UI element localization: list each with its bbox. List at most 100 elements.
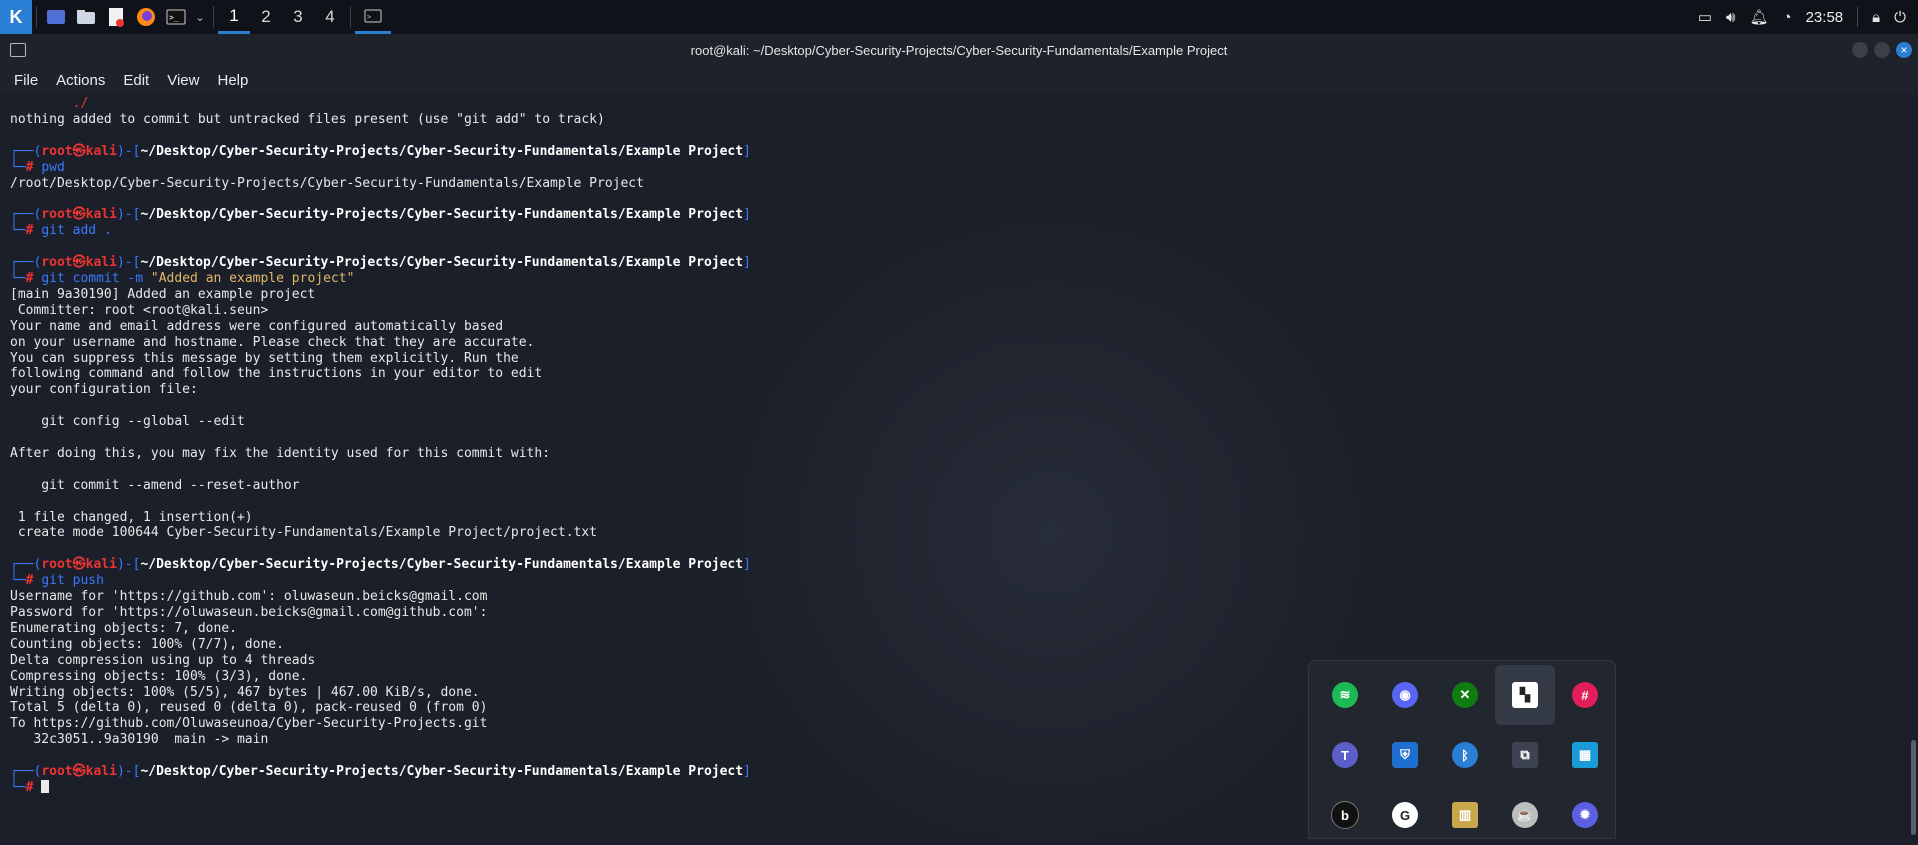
- tray-item-discord[interactable]: ◉: [1375, 665, 1435, 725]
- output-line: Enumerating objects: 7, done.: [10, 620, 237, 636]
- menu-view[interactable]: View: [167, 72, 199, 89]
- bookmark-app-icon: ▚: [1512, 682, 1538, 708]
- defender-warning-icon: ⛨: [1392, 742, 1418, 768]
- panel-separator: [36, 6, 37, 28]
- output-line: your configuration file:: [10, 382, 198, 398]
- files-icon[interactable]: [71, 0, 101, 34]
- terminal-icon[interactable]: >_: [161, 0, 191, 34]
- grammarly-icon: G: [1392, 802, 1418, 828]
- output-line: You can suppress this message by setting…: [10, 350, 519, 366]
- command-line: └─# git commit -m "Added an example proj…: [10, 270, 355, 286]
- output-line: After doing this, you may fix the identi…: [10, 445, 551, 461]
- command-line: └─# git push: [10, 573, 104, 589]
- xbox-icon: ✕: [1452, 682, 1478, 708]
- workspace-2[interactable]: 2: [250, 0, 282, 34]
- volume-icon[interactable]: 🔊︎: [1726, 9, 1735, 26]
- tray-item-teams[interactable]: T: [1315, 725, 1375, 785]
- command-line: └─# pwd: [10, 159, 65, 175]
- firefox-icon[interactable]: [131, 0, 161, 34]
- panel-separator: [213, 6, 214, 28]
- window-titlebar[interactable]: root@kali: ~/Desktop/Cyber-Security-Proj…: [0, 34, 1918, 66]
- spotify-icon: ≋: [1332, 682, 1358, 708]
- terminal-output[interactable]: ./ nothing added to commit but untracked…: [0, 94, 1904, 839]
- clock-icon: ◔: [1782, 8, 1792, 26]
- tray-item-spotify[interactable]: ≋: [1315, 665, 1375, 725]
- tray-item-xbox[interactable]: ✕: [1435, 665, 1495, 725]
- menu-file[interactable]: File: [14, 72, 38, 89]
- kali-menu-icon[interactable]: K: [0, 0, 32, 34]
- prompt-line: ┌──(root㉿kali)-[~/Desktop/Cyber-Security…: [10, 207, 751, 223]
- output-line: 1 file changed, 1 insertion(+): [10, 509, 253, 525]
- text-editor-icon[interactable]: [101, 0, 131, 34]
- tray-item-grammarly[interactable]: G: [1375, 785, 1435, 845]
- display-icon[interactable]: ▭: [1698, 8, 1712, 26]
- menu-bar: File Actions Edit View Help: [0, 66, 1918, 94]
- tray-item-bookmark-app[interactable]: ▚: [1495, 665, 1555, 725]
- prompt-line: ┌──(root㉿kali)-[~/Desktop/Cyber-Security…: [10, 557, 751, 573]
- beats-icon: b: [1331, 801, 1359, 829]
- tray-item-media-copy[interactable]: ⧉: [1495, 725, 1555, 785]
- output-line: Committer: root <root@kali.seun>: [10, 302, 269, 318]
- output-line: nothing added to commit but untracked fi…: [10, 111, 605, 127]
- tray-item-slack[interactable]: #: [1555, 665, 1615, 725]
- prompt-line: ┌──(root㉿kali)-[~/Desktop/Cyber-Security…: [10, 255, 751, 271]
- window-title: root@kali: ~/Desktop/Cyber-Security-Proj…: [690, 42, 1228, 58]
- workspace-1[interactable]: 1: [218, 0, 250, 34]
- output-line: [10, 430, 1894, 446]
- slack-icon: #: [1572, 682, 1598, 708]
- tray-item-bluetooth[interactable]: ᛒ: [1435, 725, 1495, 785]
- tray-overflow-popup: ≋ ◉ ✕ ▚ # T ⛨ ᛒ ⧉ ▦ b G ▥ ☕ ✹: [1308, 660, 1616, 839]
- color-bars-icon: ▥: [1452, 802, 1478, 828]
- minimize-button[interactable]: [1852, 42, 1868, 58]
- coffee-cup-icon: ☕: [1512, 802, 1538, 828]
- output-line: /root/Desktop/Cyber-Security-Projects/Cy…: [10, 175, 644, 191]
- window-controls: ×: [1852, 42, 1912, 58]
- output-line: Your name and email address were configu…: [10, 318, 504, 334]
- output-line: [10, 494, 1894, 510]
- notification-bell-icon[interactable]: 🔔︎: [1749, 8, 1768, 26]
- scrollbar[interactable]: [1911, 740, 1916, 835]
- tray-item-beats[interactable]: b: [1315, 785, 1375, 845]
- output-line: Password for 'https://oluwaseun.beicks@g…: [10, 605, 488, 620]
- menu-edit[interactable]: Edit: [123, 72, 149, 89]
- output-line: git config --global --edit: [10, 414, 245, 430]
- media-copy-icon: ⧉: [1512, 742, 1538, 768]
- clock[interactable]: 23:58: [1806, 9, 1844, 26]
- output-line: ./: [72, 96, 89, 111]
- command-line: └─# git add .: [10, 223, 112, 239]
- output-line: [10, 398, 1894, 414]
- output-line: create mode 100644 Cyber-Security-Fundam…: [10, 525, 597, 541]
- output-line: Counting objects: 100% (7/7), done.: [10, 636, 284, 652]
- workspace-4[interactable]: 4: [314, 0, 346, 34]
- windows-app-icon: ▦: [1572, 742, 1598, 768]
- text-cursor: [41, 779, 50, 793]
- tray-item-settings[interactable]: ✹: [1555, 785, 1615, 845]
- output-line: Username for 'https://github.com': oluwa…: [10, 589, 488, 605]
- svg-text:>_: >_: [169, 13, 179, 22]
- output-line: git commit --amend --reset-author: [10, 477, 300, 493]
- close-button[interactable]: ×: [1896, 42, 1912, 58]
- menu-actions[interactable]: Actions: [56, 72, 105, 89]
- lock-icon[interactable]: 🔒︎: [1872, 9, 1880, 26]
- panel-separator: [350, 6, 351, 28]
- teams-icon: T: [1332, 742, 1358, 768]
- tray-item-color-bars[interactable]: ▥: [1435, 785, 1495, 845]
- tray-item-defender[interactable]: ⛨: [1375, 725, 1435, 785]
- bluetooth-icon: ᛒ: [1452, 742, 1478, 768]
- desktop-icon[interactable]: [41, 0, 71, 34]
- terminal-window-icon: [10, 43, 26, 57]
- output-line: following command and follow the instruc…: [10, 366, 543, 382]
- system-tray: ▭ 🔊︎ 🔔︎ ◔ 23:58 🔒︎ ⏻: [1698, 0, 1918, 34]
- workspace-3[interactable]: 3: [282, 0, 314, 34]
- discord-icon: ◉: [1392, 682, 1418, 708]
- menu-help[interactable]: Help: [217, 72, 248, 89]
- taskbar-terminal-button[interactable]: >: [355, 0, 391, 34]
- output-line: [10, 462, 1894, 478]
- maximize-button[interactable]: [1874, 42, 1890, 58]
- chevron-down-icon[interactable]: ⌄: [191, 0, 209, 34]
- power-icon[interactable]: ⏻: [1894, 9, 1906, 26]
- output-line: [main 9a30190] Added an example project: [10, 286, 316, 302]
- tray-item-windows-app[interactable]: ▦: [1555, 725, 1615, 785]
- tray-item-coffee[interactable]: ☕: [1495, 785, 1555, 845]
- top-panel: K >_ ⌄ 1 2 3 4 > ▭ 🔊︎ 🔔︎ ◔ 23:58 🔒︎ ⏻: [0, 0, 1918, 34]
